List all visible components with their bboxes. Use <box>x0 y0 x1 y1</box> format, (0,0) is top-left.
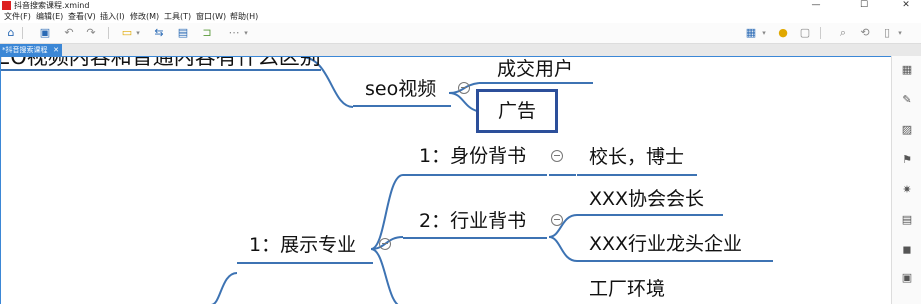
collapse-icon[interactable] <box>551 214 563 226</box>
topic-deal-users[interactable]: 成交用户 <box>497 57 573 81</box>
undo-icon[interactable]: ↶ <box>62 26 76 40</box>
topic-underline <box>1 69 321 71</box>
chevron-down-icon[interactable]: ▾ <box>760 26 768 40</box>
relationship-icon[interactable]: ⇆ <box>152 26 166 40</box>
export-icon[interactable]: ▯ <box>880 26 894 40</box>
collapse-icon[interactable] <box>458 82 470 94</box>
title-bar: 抖音搜索课程.xmind — ☐ ✕ <box>0 0 921 11</box>
topic-underline <box>403 174 547 176</box>
topic-underline <box>479 82 593 84</box>
save-icon[interactable]: ▣ <box>38 26 52 40</box>
topic-identity[interactable]: 1：身份背书 <box>419 144 526 168</box>
menu-help[interactable]: 帮助(H) <box>230 11 258 23</box>
boundary-icon[interactable]: ▤ <box>176 26 190 40</box>
lightbulb-icon[interactable]: ● <box>776 26 790 40</box>
share-icon[interactable]: ⟲ <box>858 26 872 40</box>
tab-bar: *抖音搜索课程 ✕ <box>0 44 921 56</box>
menu-view[interactable]: 查看(V) <box>68 11 96 23</box>
redo-icon[interactable]: ↷ <box>84 26 98 40</box>
central-topic[interactable]: EO视频内容和普通内容有什么区别 <box>1 57 321 69</box>
toolbar-separator <box>22 27 23 39</box>
task-icon[interactable]: ▣ <box>901 272 913 284</box>
topic-industry[interactable]: 2：行业背书 <box>419 209 526 233</box>
right-sidebar: ▦ ✎ ▨ ⚑ ✷ ▤ ◼ ▣ <box>891 56 921 304</box>
menu-tools[interactable]: 工具(T) <box>164 11 191 23</box>
topic-principal-doctor[interactable]: 校长，博士 <box>589 145 684 169</box>
topic-association-president[interactable]: XXX协会会长 <box>589 187 704 211</box>
minimize-button[interactable]: — <box>801 0 831 11</box>
sticker-icon[interactable]: ✷ <box>901 184 913 196</box>
tab-document[interactable]: *抖音搜索课程 ✕ <box>0 44 62 56</box>
maximize-button[interactable]: ☐ <box>849 0 879 11</box>
layout-icon[interactable]: ▢ <box>798 26 812 40</box>
window-title: 抖音搜索课程.xmind <box>14 1 90 10</box>
topic-underline <box>577 260 773 262</box>
search-icon[interactable]: ⌕ <box>836 26 850 40</box>
connector-lines <box>210 57 578 304</box>
notes-icon[interactable]: ▤ <box>901 214 913 226</box>
format-brush-icon[interactable]: ✎ <box>901 94 913 106</box>
toolbar-separator <box>108 27 109 39</box>
connector-curve <box>448 92 478 112</box>
topic-seo-video[interactable]: seo视频 <box>365 77 436 101</box>
outline-icon[interactable]: ▦ <box>901 64 913 76</box>
collapse-icon[interactable] <box>379 238 391 250</box>
presentation-icon[interactable]: ▦ <box>744 26 758 40</box>
topic-underline <box>577 214 723 216</box>
topic-industry-leader[interactable]: XXX行业龙头企业 <box>589 232 742 256</box>
topic-underline <box>237 262 373 264</box>
close-button[interactable]: ✕ <box>891 0 921 11</box>
collapse-icon[interactable] <box>551 150 563 162</box>
menu-bar: 文件(F) 编辑(E) 查看(V) 插入(I) 修改(M) 工具(T) 窗口(W… <box>0 11 921 23</box>
toolbar-separator <box>820 27 821 39</box>
image-icon[interactable]: ▨ <box>901 124 913 136</box>
topic-underline <box>353 105 451 107</box>
more-icon[interactable]: ⋯ <box>226 26 242 40</box>
summary-icon[interactable]: ⊐ <box>200 26 214 40</box>
topic-factory-environment[interactable]: 工厂环境 <box>589 277 665 301</box>
connector-curve <box>548 236 578 262</box>
menu-edit[interactable]: 编辑(E) <box>36 11 63 23</box>
tab-close-icon[interactable]: ✕ <box>53 44 59 56</box>
comments-icon[interactable]: ◼ <box>901 244 913 256</box>
topic-show-professional[interactable]: 1：展示专业 <box>249 233 356 257</box>
marker-flag-icon[interactable]: ⚑ <box>901 154 913 166</box>
connector-curve <box>370 248 399 304</box>
connector-curve <box>210 272 238 304</box>
menu-modify[interactable]: 修改(M) <box>130 11 159 23</box>
toolbar: ⌂ ▣ ↶ ↷ ▭ ▾ ⇆ ▤ ⊐ ⋯ ▾ ▦ ▾ ● ▢ ⌕ ⟲ ▯ ▾ <box>0 23 921 44</box>
menu-file[interactable]: 文件(F) <box>4 11 31 23</box>
tab-label: *抖音搜索课程 <box>2 46 48 54</box>
mindmap-canvas[interactable]: EO视频内容和普通内容有什么区别 seo视频 成交用户 广告 1：展示专业 1：… <box>0 56 891 304</box>
chevron-down-icon[interactable]: ▾ <box>242 26 250 40</box>
topic-ads[interactable]: 广告 <box>498 99 536 123</box>
menu-window[interactable]: 窗口(W) <box>196 11 226 23</box>
topic-underline <box>403 237 547 239</box>
topic-underline <box>577 174 697 176</box>
menu-insert[interactable]: 插入(I) <box>100 11 125 23</box>
home-icon[interactable]: ⌂ <box>4 26 18 40</box>
chevron-down-icon[interactable]: ▾ <box>134 26 142 40</box>
topic-icon[interactable]: ▭ <box>120 26 134 40</box>
chevron-down-icon[interactable]: ▾ <box>896 26 904 40</box>
xmind-logo-icon <box>2 1 11 10</box>
